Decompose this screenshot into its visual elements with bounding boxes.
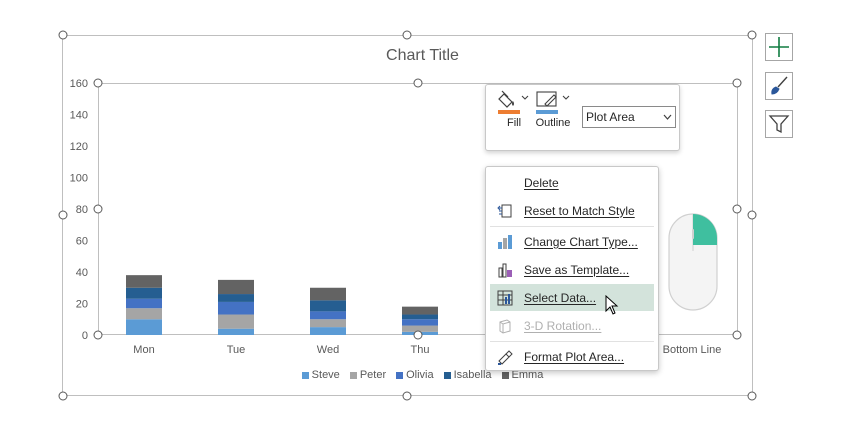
menu-separator: [490, 341, 654, 342]
format-area-icon: [496, 348, 514, 366]
legend-item: Olivia: [396, 369, 434, 381]
y-tick-label: 60: [76, 236, 88, 248]
x-tick-label: Wed: [317, 344, 339, 356]
bar-segment[interactable]: [126, 298, 162, 309]
menu-item-label: Reset to Match Style: [524, 203, 635, 218]
menu-item-select-data[interactable]: Select Data...: [490, 284, 654, 311]
menu-item-label: Change Chart Type...: [524, 234, 638, 249]
paint-bucket-icon: [498, 90, 529, 114]
menu-item-change-chart-type[interactable]: Change Chart Type...: [490, 228, 654, 255]
menu-item-label: 3-D Rotation...: [524, 318, 602, 333]
partial-axis-label: Bottom Line: [663, 344, 722, 356]
plot-resize-handle-br[interactable]: [732, 330, 742, 340]
bar-segment[interactable]: [402, 306, 438, 315]
y-tick-label: 140: [70, 110, 88, 122]
pen-outline-icon: [536, 91, 570, 114]
bar-segment[interactable]: [126, 319, 162, 335]
stacked-bar-chart: 0 20 40 60 80 100 120 140 160 Mon Tue Wed Thu Botto…: [70, 78, 722, 356]
legend-swatch: [301, 371, 309, 379]
menu-item-label: Save as Template...: [524, 262, 630, 277]
menu-item-format-plot-area[interactable]: Format Plot Area...: [490, 343, 654, 370]
legend-label: Isabella: [453, 369, 492, 381]
chart-elements-button[interactable]: [765, 33, 793, 61]
outline-label: Outline: [535, 117, 571, 129]
chart-filters-button[interactable]: [765, 110, 793, 138]
filter-icon: [768, 115, 790, 134]
plot-resize-handle-mr[interactable]: [732, 204, 742, 214]
right-click-mouse-icon: [668, 213, 718, 311]
legend-item: Peter: [349, 369, 387, 381]
bar-segment[interactable]: [126, 308, 162, 320]
menu-item-label: Format Plot Area...: [524, 349, 625, 364]
mouse-pointer-icon: [605, 295, 619, 315]
reset-style-icon: [496, 202, 514, 220]
rotation-icon: [496, 317, 514, 335]
menu-item-3d-rotation[interactable]: 3-D Rotation...: [490, 312, 654, 339]
legend-label: Steve: [311, 369, 340, 381]
chart-type-icon: [496, 233, 514, 251]
plot-resize-handle-tm[interactable]: [413, 78, 423, 88]
y-tick-label: 20: [76, 299, 88, 311]
x-tick-label: Mon: [133, 344, 154, 356]
bar-segment[interactable]: [310, 300, 346, 312]
bar-segment[interactable]: [218, 328, 254, 335]
plot-resize-handle-ml[interactable]: [93, 204, 103, 214]
menu-item-label: Select Data...: [524, 290, 597, 305]
chart-element-select-value: Plot Area: [586, 110, 635, 124]
plot-resize-handle-bl[interactable]: [93, 330, 103, 340]
y-tick-label: 0: [82, 330, 88, 342]
legend-swatch: [501, 371, 509, 379]
legend-swatch: [396, 371, 404, 379]
format-mini-toolbar: Fill Outline Plot Area: [485, 84, 680, 151]
menu-item-save-as-template[interactable]: Save as Template...: [490, 256, 654, 283]
y-tick-label: 100: [70, 173, 88, 185]
bar-segment[interactable]: [402, 319, 438, 326]
bar-segment[interactable]: [310, 287, 346, 301]
chart-legend[interactable]: Steve Peter Olivia Isabella Emma: [0, 369, 845, 381]
chart-element-select[interactable]: Plot Area: [582, 106, 676, 128]
legend-item: Steve: [301, 369, 340, 381]
bar-segment[interactable]: [218, 314, 254, 329]
context-menu: Delete Reset to Match Style Change Chart…: [485, 166, 659, 371]
plot-resize-handle-tl[interactable]: [93, 78, 103, 88]
plus-icon: [769, 37, 789, 57]
bar-segment[interactable]: [310, 319, 346, 328]
bar-segment[interactable]: [218, 294, 254, 302]
bar-segment[interactable]: [126, 287, 162, 299]
brush-icon: [771, 76, 788, 95]
bar-segment[interactable]: [218, 279, 254, 295]
bar-segment[interactable]: [126, 275, 162, 288]
x-tick-label: Thu: [411, 344, 430, 356]
plot-resize-handle-tr[interactable]: [732, 78, 742, 88]
bar-segment[interactable]: [310, 311, 346, 320]
legend-label: Olivia: [406, 369, 434, 381]
menu-separator: [490, 226, 654, 227]
outline-button[interactable]: Outline: [534, 89, 572, 129]
legend-swatch: [443, 371, 451, 379]
chevron-down-icon: [663, 114, 672, 120]
legend-item: Isabella: [443, 369, 492, 381]
select-data-icon: [496, 289, 514, 307]
legend-swatch: [349, 371, 357, 379]
menu-item-label: Delete: [524, 175, 559, 190]
bar-segment[interactable]: [402, 314, 438, 320]
fill-label: Fill: [506, 117, 522, 129]
y-tick-label: 160: [70, 78, 88, 90]
template-icon: [496, 261, 514, 279]
plot-resize-handle-bm[interactable]: [413, 330, 423, 340]
menu-item-delete[interactable]: Delete: [490, 169, 654, 196]
y-tick-label: 80: [76, 204, 88, 216]
chart-styles-button[interactable]: [765, 72, 793, 100]
bar-segment[interactable]: [218, 301, 254, 315]
y-tick-label: 40: [76, 267, 88, 279]
menu-item-reset-to-match-style[interactable]: Reset to Match Style: [490, 197, 654, 224]
bar-segment[interactable]: [310, 327, 346, 335]
legend-label: Peter: [359, 369, 387, 381]
x-tick-label: Tue: [227, 344, 246, 356]
y-tick-label: 120: [70, 141, 88, 153]
fill-button[interactable]: Fill: [496, 89, 532, 129]
